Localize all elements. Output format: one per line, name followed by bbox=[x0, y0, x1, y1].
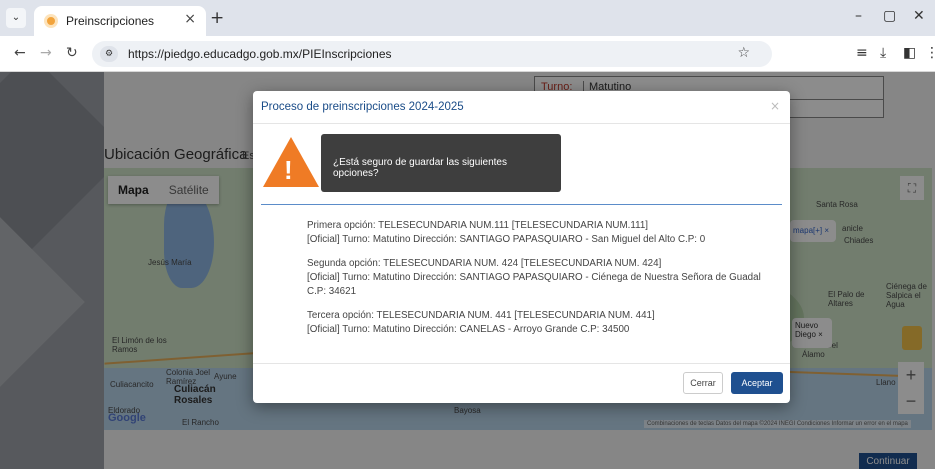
menu-icon[interactable]: ⋮ bbox=[925, 45, 935, 61]
accept-button[interactable]: Aceptar bbox=[731, 372, 783, 394]
tab-close-icon[interactable]: × bbox=[184, 11, 196, 27]
forward-icon[interactable]: → bbox=[40, 45, 52, 61]
side-panel-icon[interactable]: ◧ bbox=[903, 45, 916, 61]
site-info-icon[interactable]: ⚙ bbox=[100, 46, 118, 62]
browser-tab[interactable]: Preinscripciones × bbox=[34, 6, 206, 36]
divider bbox=[261, 204, 782, 205]
warning-exclamation-icon: ! bbox=[284, 155, 293, 185]
tab-title: Preinscripciones bbox=[66, 14, 155, 28]
browser-tab-bar: ⌄ Preinscripciones × + – ▢ ✕ bbox=[0, 0, 935, 36]
minimize-icon[interactable]: – bbox=[855, 8, 862, 24]
bookmark-star-icon[interactable]: ☆ bbox=[737, 45, 750, 61]
tab-search-icon[interactable]: ⌄ bbox=[6, 8, 26, 28]
back-icon[interactable]: ← bbox=[14, 45, 26, 61]
browser-toolbar: ← → ↻ ⚙ https://piedgo.educadgo.gob.mx/P… bbox=[0, 36, 935, 72]
option-item: Primera opción: TELESECUNDARIA NUM.111 [… bbox=[307, 219, 777, 247]
options-list: Primera opción: TELESECUNDARIA NUM.111 [… bbox=[307, 219, 777, 347]
url-text[interactable]: https://piedgo.educadgo.gob.mx/PIEInscri… bbox=[128, 47, 392, 61]
modal-title: Proceso de preinscripciones 2024-2025 bbox=[261, 101, 464, 113]
site-favicon-icon bbox=[44, 14, 58, 28]
option-title: Segunda opción: TELESECUNDARIA NUM. 424 … bbox=[307, 258, 662, 269]
maximize-icon[interactable]: ▢ bbox=[883, 8, 896, 24]
confirm-message: ¿Está seguro de guardar las siguientes o… bbox=[321, 134, 561, 192]
reload-icon[interactable]: ↻ bbox=[66, 45, 78, 61]
cancel-button[interactable]: Cerrar bbox=[683, 372, 723, 394]
reading-list-icon[interactable]: ≡ bbox=[856, 45, 868, 61]
option-title: Tercera opción: TELESECUNDARIA NUM. 441 … bbox=[307, 310, 655, 321]
confirm-modal: Proceso de preinscripciones 2024-2025 × … bbox=[253, 91, 790, 403]
option-item: Segunda opción: TELESECUNDARIA NUM. 424 … bbox=[307, 257, 777, 299]
download-icon[interactable]: ⤓ bbox=[880, 45, 886, 61]
address-bar[interactable]: ⚙ https://piedgo.educadgo.gob.mx/PIEInsc… bbox=[92, 41, 772, 67]
option-item: Tercera opción: TELESECUNDARIA NUM. 441 … bbox=[307, 309, 777, 337]
option-detail: [Oficial] Turno: Matutino Dirección: CAN… bbox=[307, 324, 630, 335]
modal-header: Proceso de preinscripciones 2024-2025 × bbox=[253, 91, 790, 124]
close-window-icon[interactable]: ✕ bbox=[913, 8, 925, 24]
option-title: Primera opción: TELESECUNDARIA NUM.111 [… bbox=[307, 220, 649, 231]
option-detail: [Oficial] Turno: Matutino Dirección: SAN… bbox=[307, 272, 761, 297]
close-icon[interactable]: × bbox=[770, 99, 780, 113]
new-tab-icon[interactable]: + bbox=[210, 8, 224, 28]
option-detail: [Oficial] Turno: Matutino Dirección: SAN… bbox=[307, 234, 706, 245]
modal-footer bbox=[253, 363, 790, 364]
